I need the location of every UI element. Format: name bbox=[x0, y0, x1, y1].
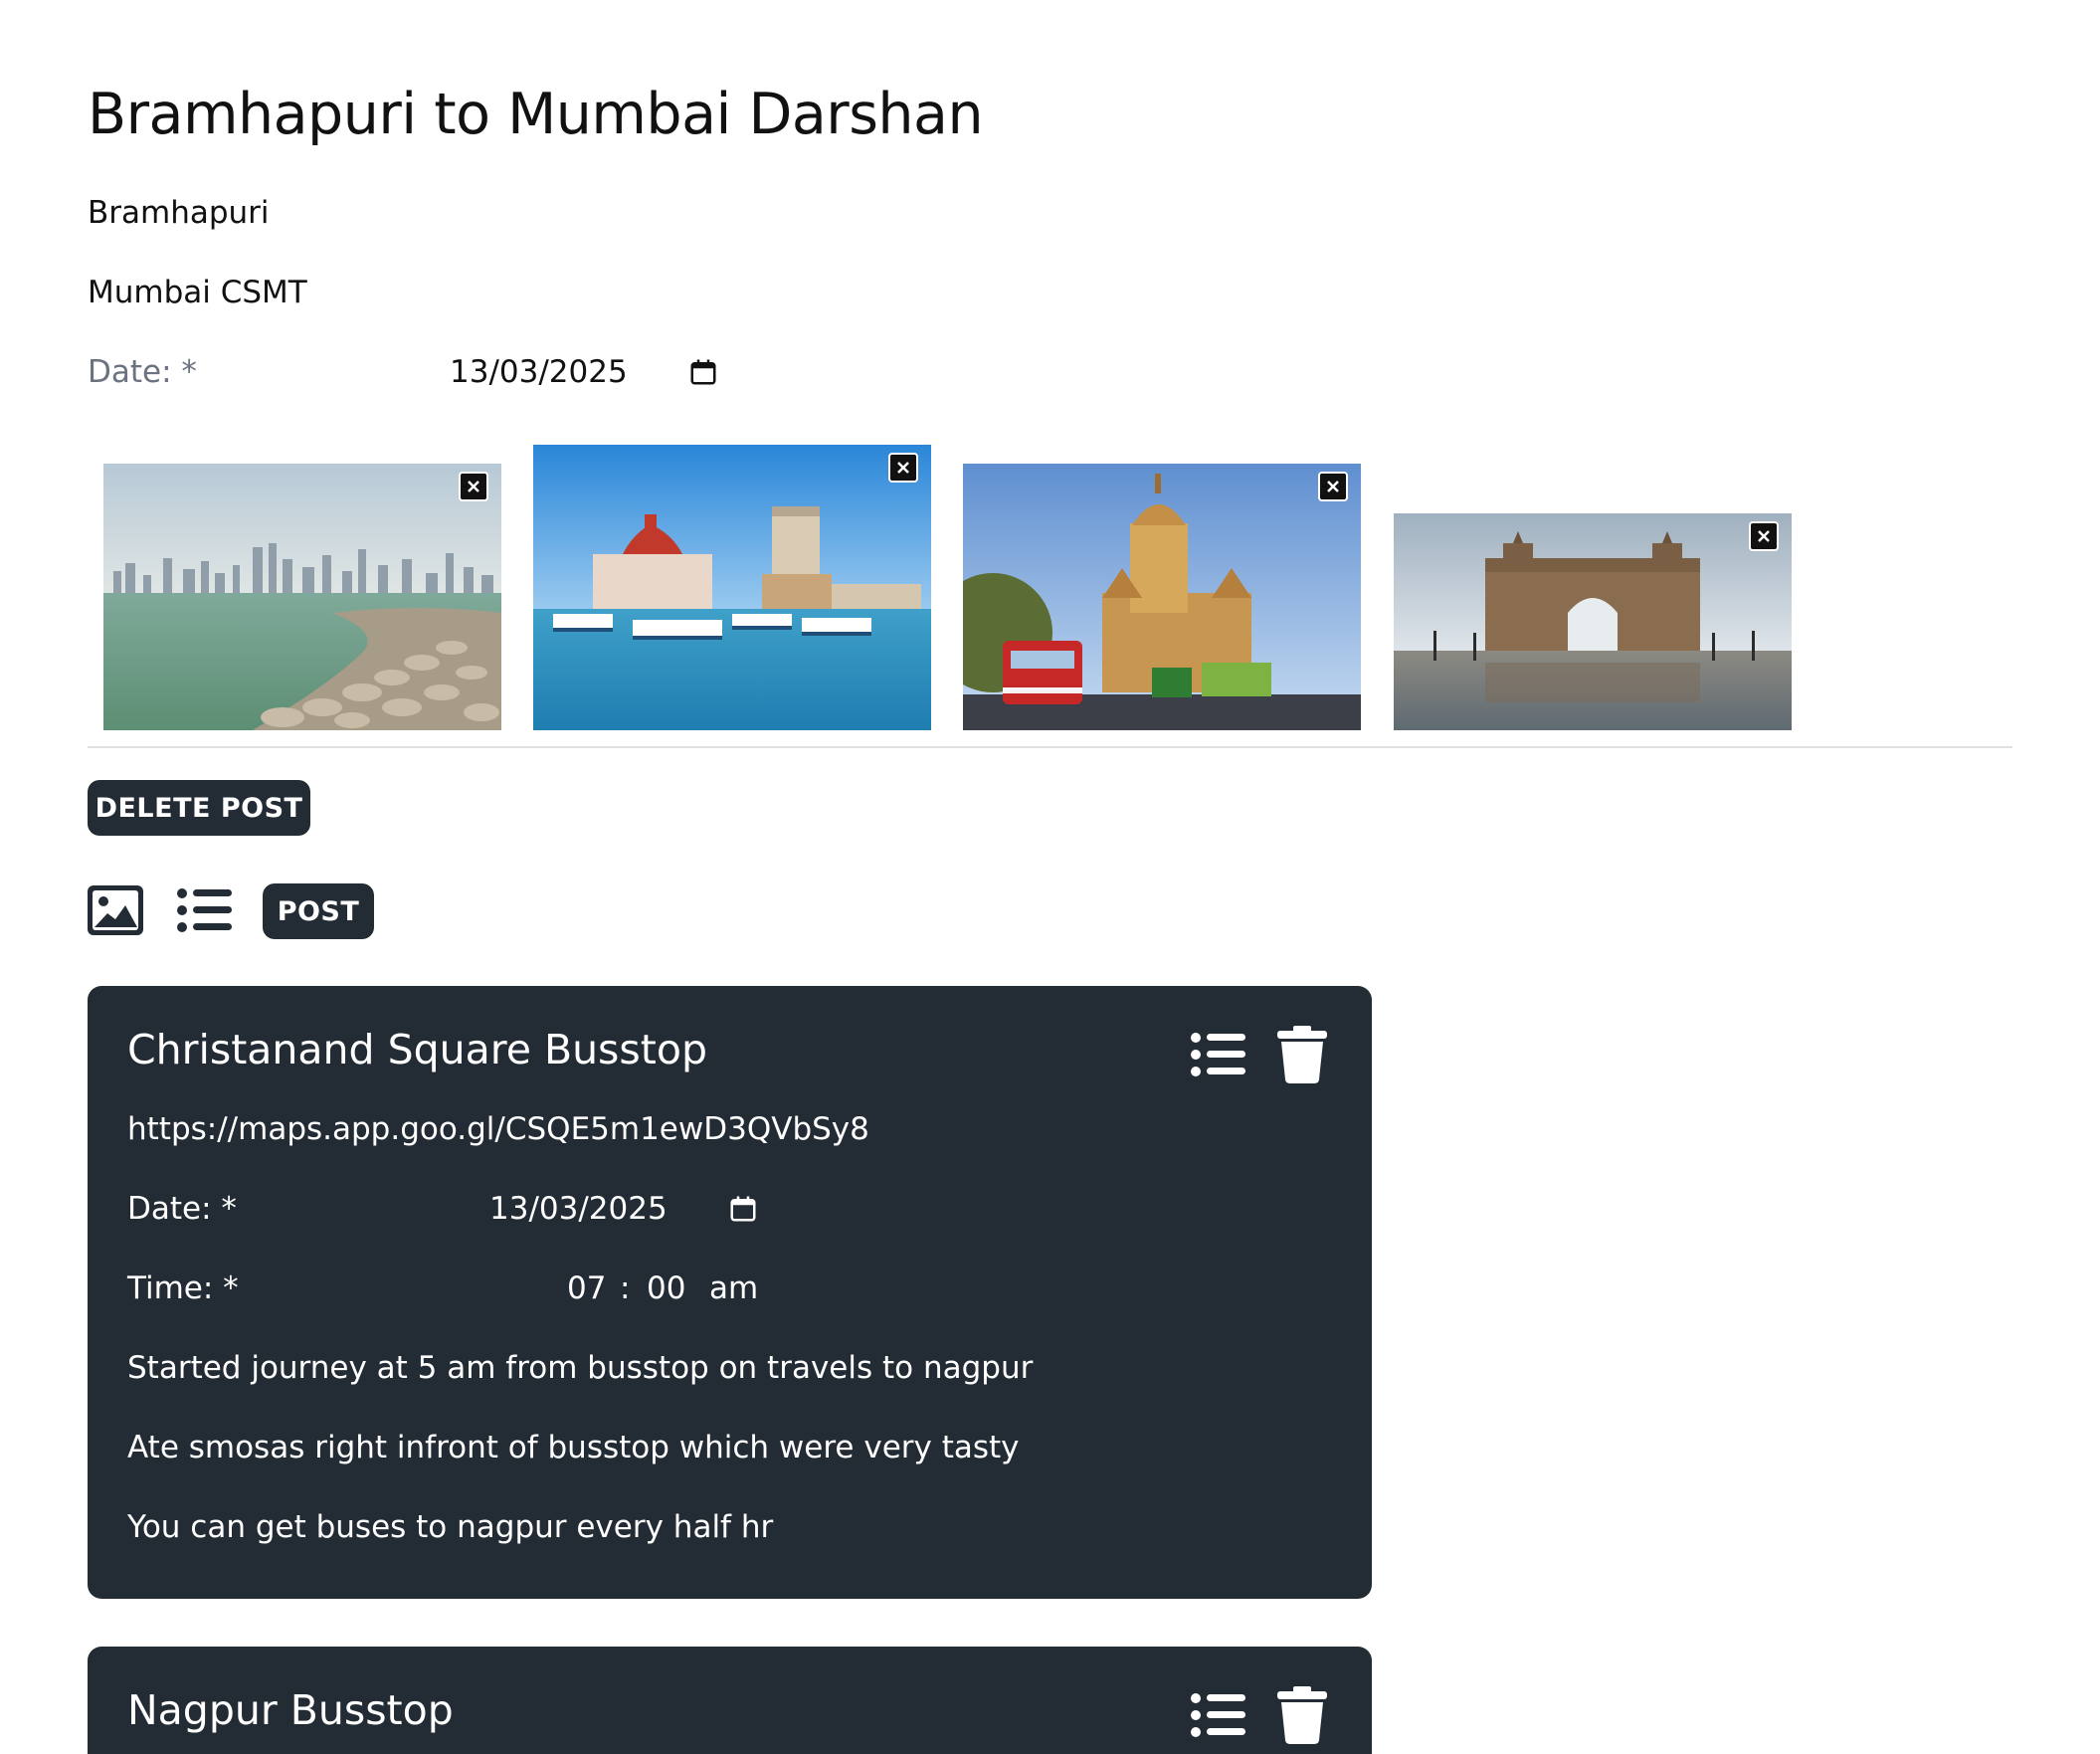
delete-post-button[interactable]: DELETE POST bbox=[88, 780, 310, 836]
stop-card: Nagpur Busstop bbox=[88, 1647, 1372, 1754]
post-editor-page: Bramhapuri to Mumbai Darshan Bramhapuri … bbox=[0, 0, 2100, 1754]
stop-date-input[interactable]: 13/03/2025 bbox=[489, 1191, 668, 1227]
stop-date-label: Date: * bbox=[127, 1191, 237, 1227]
image-thumbnail[interactable] bbox=[533, 445, 931, 730]
add-image-icon[interactable] bbox=[88, 885, 143, 935]
gateway-of-india-image bbox=[1394, 513, 1792, 730]
to-location[interactable]: Mumbai CSMT bbox=[88, 275, 307, 310]
post-date-field[interactable]: Date: * 13/03/2025 bbox=[88, 354, 784, 398]
image-thumbnail[interactable] bbox=[103, 464, 501, 730]
image-thumbnail[interactable] bbox=[1394, 513, 1792, 730]
skyline-image bbox=[103, 464, 501, 730]
close-icon bbox=[1758, 530, 1770, 542]
date-input[interactable]: 13/03/2025 bbox=[450, 354, 628, 390]
stop-card: Christanand Square Busstop https://maps.… bbox=[88, 986, 1372, 1599]
stop-time-separator: : bbox=[620, 1270, 631, 1306]
stop-note[interactable]: Started journey at 5 am from busstop on … bbox=[127, 1350, 1033, 1386]
calendar-icon[interactable] bbox=[728, 1194, 758, 1224]
date-label: Date: * bbox=[88, 354, 197, 390]
trash-icon[interactable] bbox=[1277, 1686, 1327, 1744]
stop-time-ampm[interactable]: am bbox=[709, 1270, 758, 1306]
remove-image-button[interactable] bbox=[888, 453, 918, 483]
list-icon[interactable] bbox=[1190, 1691, 1245, 1739]
stop-title[interactable]: Nagpur Busstop bbox=[127, 1686, 454, 1734]
stop-note[interactable]: You can get buses to nagpur every half h… bbox=[127, 1509, 773, 1545]
list-icon[interactable] bbox=[1190, 1031, 1245, 1078]
post-title[interactable]: Bramhapuri to Mumbai Darshan bbox=[88, 82, 984, 147]
calendar-icon[interactable] bbox=[688, 357, 718, 387]
stop-title[interactable]: Christanand Square Busstop bbox=[127, 1026, 707, 1073]
remove-image-button[interactable] bbox=[459, 472, 488, 501]
trash-icon[interactable] bbox=[1277, 1026, 1327, 1083]
close-icon bbox=[468, 481, 479, 492]
stop-time-minute[interactable]: 00 bbox=[647, 1270, 685, 1306]
divider bbox=[88, 746, 2012, 748]
bmc-building-image bbox=[963, 464, 1361, 730]
remove-image-button[interactable] bbox=[1749, 521, 1779, 551]
taj-hotel-image bbox=[533, 445, 931, 730]
stop-time-hour[interactable]: 07 bbox=[567, 1270, 606, 1306]
stop-note[interactable]: Ate smosas right infront of busstop whic… bbox=[127, 1430, 1020, 1465]
close-icon bbox=[897, 462, 909, 474]
stop-map-link[interactable]: https://maps.app.goo.gl/CSQE5m1ewD3QVbSy… bbox=[127, 1111, 869, 1147]
remove-image-button[interactable] bbox=[1318, 472, 1348, 501]
stop-time-label: Time: * bbox=[127, 1270, 239, 1306]
from-location[interactable]: Bramhapuri bbox=[88, 195, 270, 231]
close-icon bbox=[1327, 481, 1339, 492]
post-button[interactable]: POST bbox=[263, 883, 374, 939]
list-icon[interactable] bbox=[176, 886, 232, 934]
image-thumbnail[interactable] bbox=[963, 464, 1361, 730]
